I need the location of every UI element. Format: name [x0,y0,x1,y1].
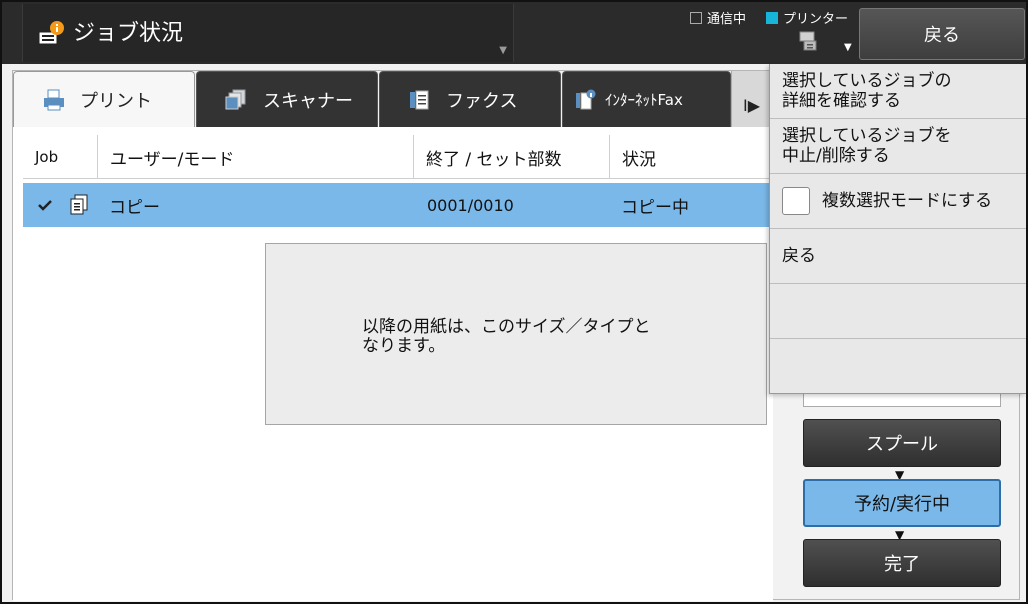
tab-internet-fax[interactable]: ｲﾝﾀｰﾈｯﾄFax [562,71,731,127]
back-button[interactable]: 戻る [859,8,1025,60]
chevron-down-icon: ▼ [844,42,852,53]
chevron-down-icon: ▼ [499,45,507,56]
action-menu: 選択しているジョブの 詳細を確認する 選択しているジョブを 中止/削除する 複数… [769,64,1026,394]
tab-scanner[interactable]: スキャナー [196,71,378,127]
info-dialog: 以降の用紙は、このサイズ／タイプと なります。 [265,243,767,425]
print-icon [44,89,64,111]
job-status-icon [38,21,64,45]
table-header: Job ユーザー/モード 終了 / セット部数 状況 [23,135,771,179]
menu-item-stop-delete[interactable]: 選択しているジョブを 中止/削除する [770,119,1026,174]
menu-item-empty [770,339,1026,394]
tab-fax-label: ファクス [446,90,518,112]
multi-select-checkbox[interactable] [782,187,810,215]
printer-status-box [766,11,778,24]
row-count: 0001/0010 [427,195,514,215]
menu-item-multi-select-label: 複数選択モードにする [822,191,993,211]
tab-print-label: プリント [80,91,152,112]
dialog-message-line2: なります。 [362,336,446,356]
menu-item-back[interactable]: 戻る [770,229,1026,284]
copy-icon [69,183,91,227]
printer-status: プリンター [766,8,848,27]
active-queue-button[interactable]: 予約/実行中 [803,479,1001,527]
internet-fax-icon [576,89,596,109]
tab-scanner-label: スキャナー [263,90,353,112]
comm-status-box [690,11,702,24]
tab-internet-fax-label: ｲﾝﾀｰﾈｯﾄFax [605,91,683,109]
scanner-icon [225,89,246,109]
page-title: ジョブ状況 [73,21,184,46]
completed-button[interactable]: 完了 [803,539,1001,587]
menu-item-stop-delete-line1: 選択しているジョブを [782,126,952,146]
fax-icon [410,90,429,109]
column-header-job: Job [35,148,59,166]
check-icon [37,183,57,227]
printer-status-label: プリンター [783,12,849,27]
tab-fax[interactable]: ファクス [379,71,561,127]
job-table: Job ユーザー/モード 終了 / セット部数 状況 コピー 0001/0010… [13,127,773,601]
menu-item-check-details-line1: 選択しているジョブの [782,71,952,91]
job-status-screen: ジョブ状況 ▼ 通信中 プリンター ▼ 戻る プリント スキャナー ファクス ｲ… [0,0,1028,604]
menu-item-stop-delete-line2: 中止/削除する [782,146,890,166]
dialog-message-line1: 以降の用紙は、このサイズ／タイプと [362,317,651,337]
column-header-count: 終了 / セット部数 [413,135,609,179]
header-bar: ジョブ状況 ▼ 通信中 プリンター ▼ 戻る [2,2,1026,64]
row-user-mode: コピー [109,197,160,218]
menu-item-back-label: 戻る [782,246,816,266]
row-status: コピー中 [621,197,689,218]
spool-button[interactable]: スプール [803,419,1001,467]
menu-item-check-details[interactable]: 選択しているジョブの 詳細を確認する [770,64,1026,119]
column-header-user-mode: ユーザー/モード [97,135,413,179]
menu-item-empty [770,284,1026,339]
column-header-status: 状況 [609,135,771,179]
printer-icon[interactable] [798,30,820,52]
table-row[interactable]: コピー 0001/0010 コピー中 [23,183,771,227]
dialog-message: 以降の用紙は、このサイズ／タイプと なります。 [362,318,682,356]
mode-title-button[interactable]: ジョブ状況 ▼ [22,4,514,62]
menu-item-multi-select[interactable]: 複数選択モードにする [770,174,1026,229]
comm-status: 通信中 [690,8,746,27]
comm-status-label: 通信中 [707,12,747,27]
tab-print[interactable]: プリント [13,71,195,128]
menu-item-check-details-line2: 詳細を確認する [782,91,901,111]
